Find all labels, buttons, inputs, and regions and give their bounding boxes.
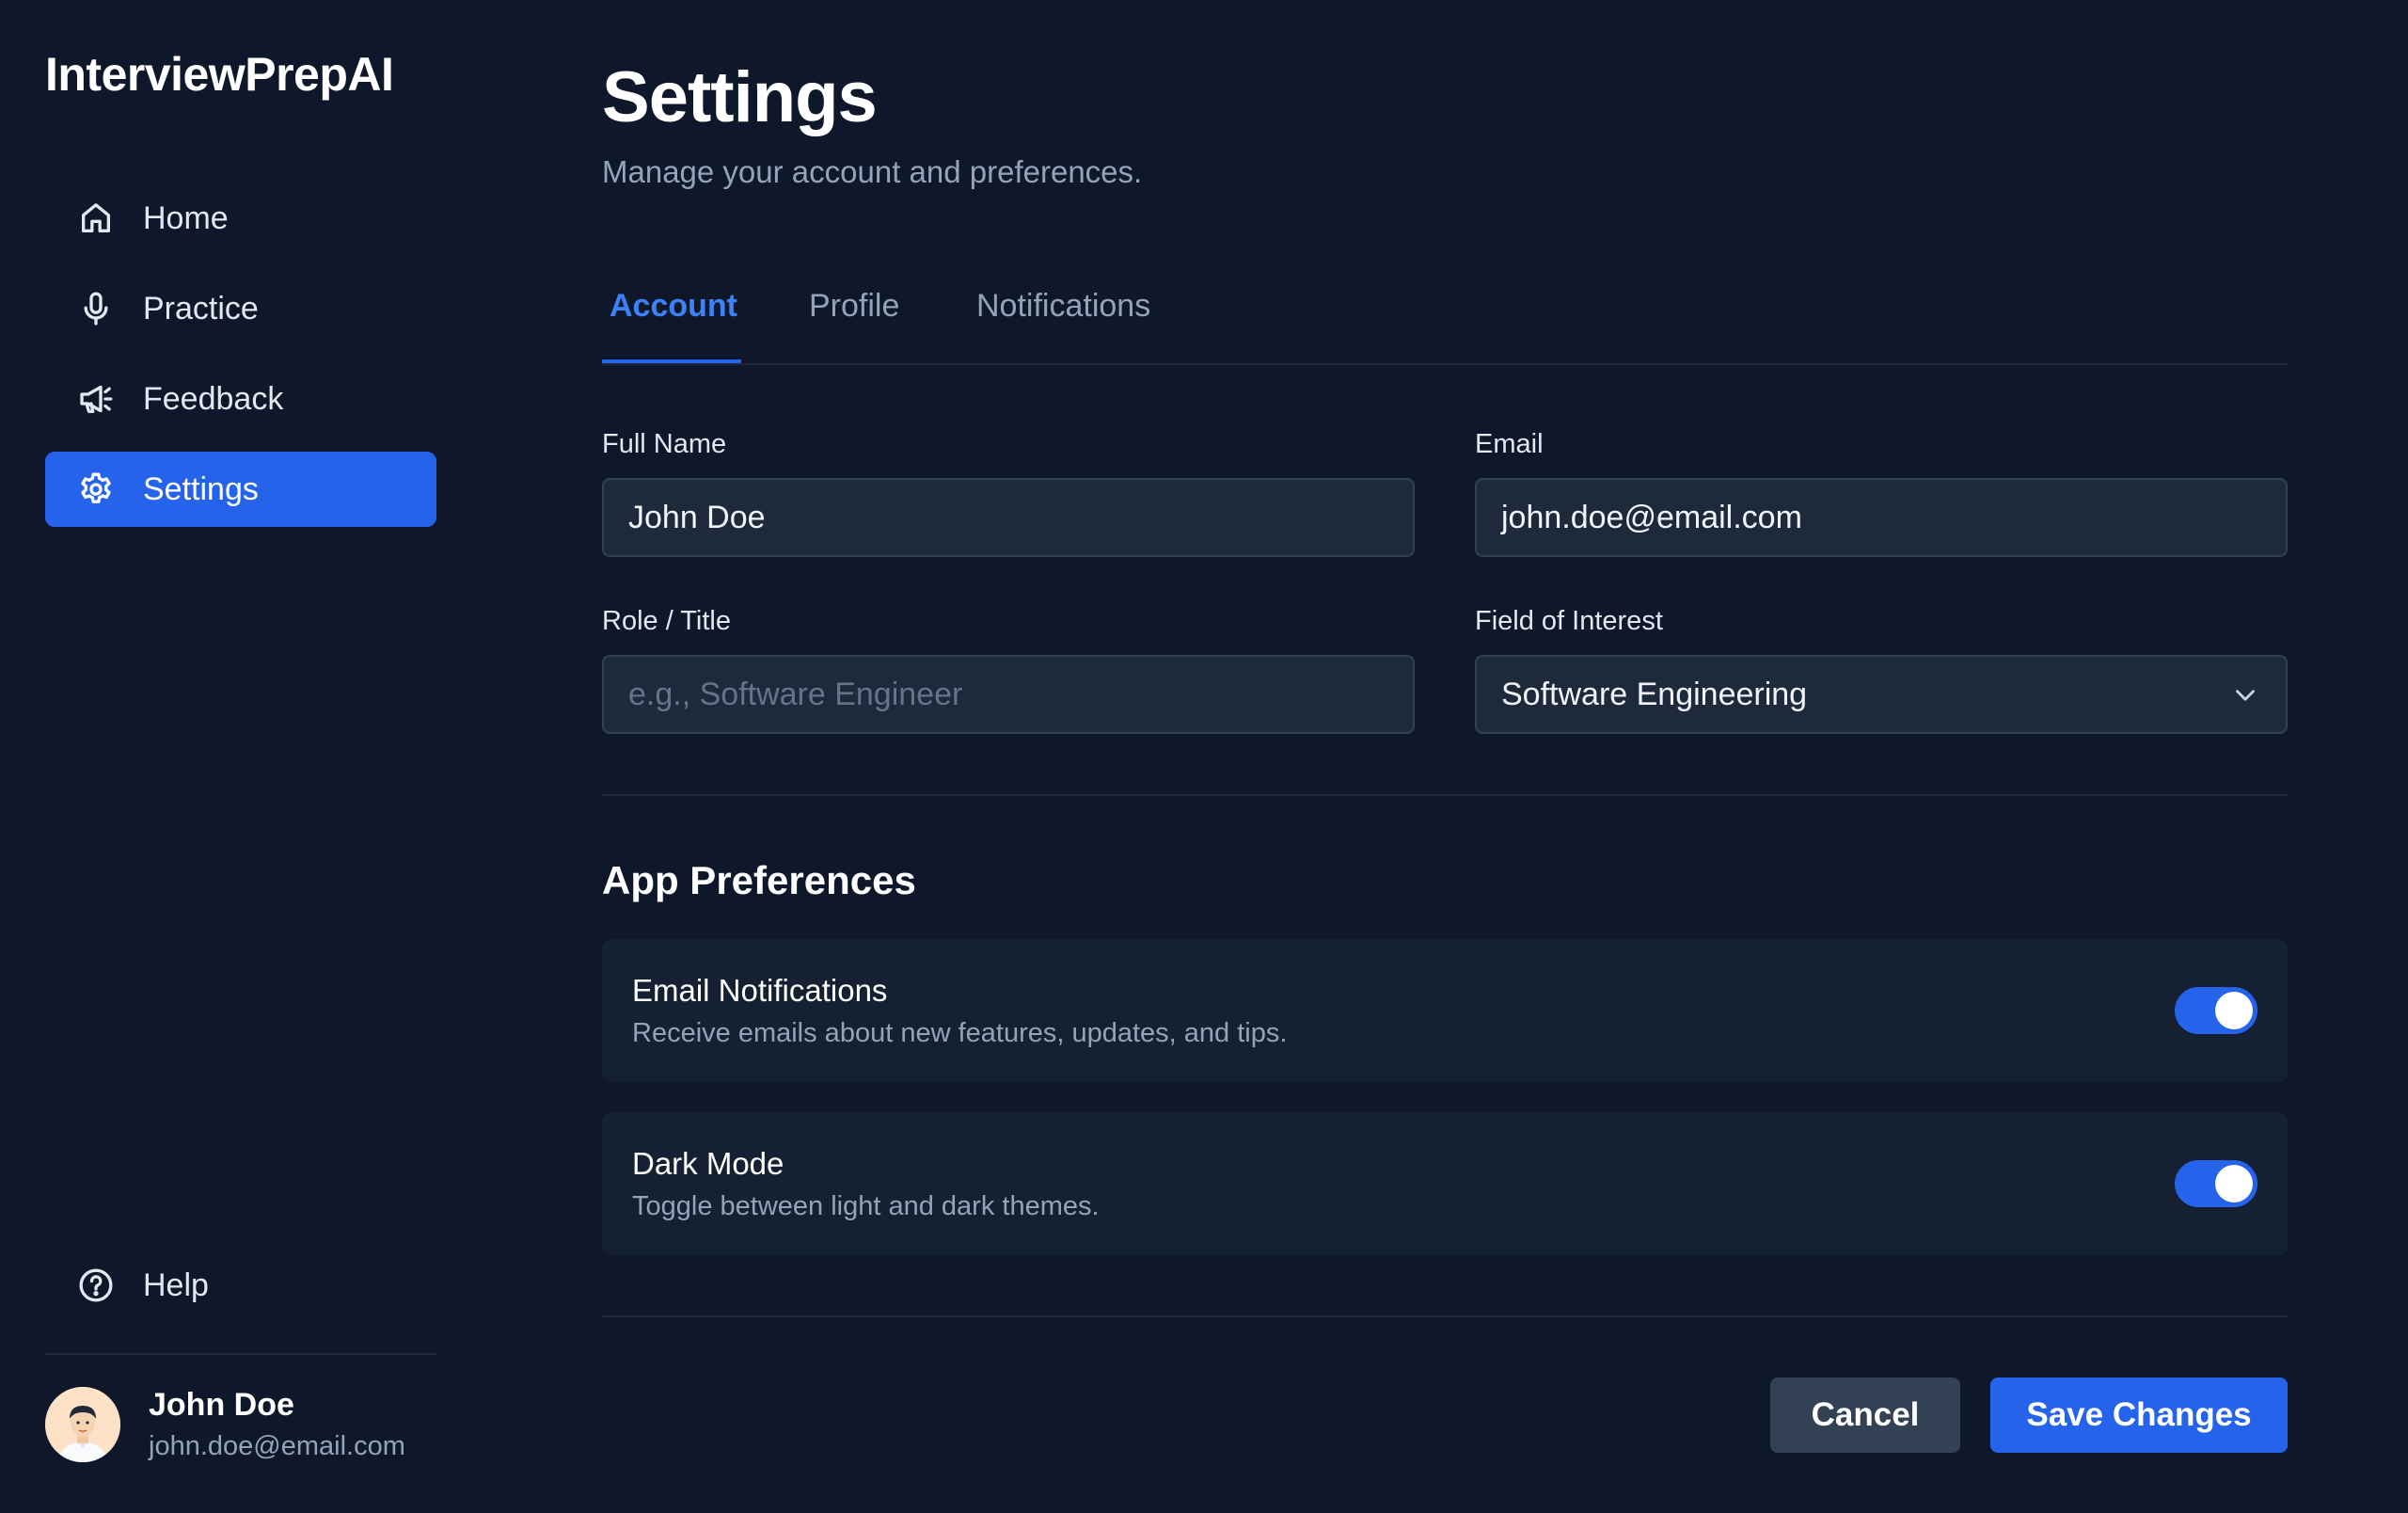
sidebar-item-label: Help [143,1266,209,1303]
page-title: Settings [602,57,878,137]
field-of-interest-value: Software Engineering [1501,676,1808,712]
page-subtitle: Manage your account and preferences. [602,154,1143,189]
sidebar-item-label: Settings [143,470,259,507]
settings-tabs: Account Profile Notifications [602,252,2288,365]
avatar [45,1387,120,1462]
main-content: Settings Manage your account and prefere… [602,0,2288,1513]
dark-mode-card: Dark Mode Toggle between light and dark … [602,1112,2288,1255]
sidebar-item-label: Practice [143,290,259,326]
user-email: john.doe@email.com [149,1431,405,1461]
toggle-knob [2215,1165,2253,1202]
app-logo[interactable]: InterviewPrepAI [45,47,394,102]
save-changes-button[interactable]: Save Changes [1990,1378,2288,1453]
toggle-knob [2215,992,2253,1029]
tab-profile[interactable]: Profile [809,288,899,325]
sidebar-item-label: Feedback [143,380,284,417]
megaphone-icon [77,380,115,418]
sidebar-divider [45,1353,436,1355]
email-notifications-toggle[interactable] [2175,987,2258,1034]
active-tab-indicator [602,359,741,363]
full-name-field[interactable]: John Doe [602,478,1415,557]
sidebar-item-settings[interactable]: Settings [45,452,436,527]
tab-account[interactable]: Account [610,288,737,325]
email-field[interactable]: john.doe@email.com [1475,478,2288,557]
chevron-down-icon [2236,690,2255,701]
field-of-interest-select[interactable]: Software Engineering [1475,655,2288,734]
pref-title: Dark Mode [632,1146,784,1181]
sidebar-item-practice[interactable]: Practice [45,271,436,346]
footer-divider [602,1315,2288,1317]
user-card[interactable]: John Doe john.doe@email.com [45,1387,405,1462]
field-of-interest-label: Field of Interest [1475,606,1663,636]
email-label: Email [1475,429,1544,459]
user-name: John Doe [149,1387,294,1423]
home-icon [77,199,115,237]
sidebar-item-home[interactable]: Home [45,181,436,256]
app-preferences-title: App Preferences [602,858,916,902]
cancel-button[interactable]: Cancel [1770,1378,1960,1453]
email-notifications-card: Email Notifications Receive emails about… [602,939,2288,1082]
pref-description: Receive emails about new features, updat… [632,1018,1288,1048]
help-circle-icon [77,1266,115,1304]
sidebar-item-feedback[interactable]: Feedback [45,361,436,437]
pref-title: Email Notifications [632,973,888,1008]
section-divider [602,794,2288,796]
sidebar: InterviewPrepAI Home Practice Feedback S… [0,0,482,1513]
sidebar-item-help[interactable]: Help [45,1248,436,1323]
role-title-field[interactable]: e.g., Software Engineer [602,655,1415,734]
pref-description: Toggle between light and dark themes. [632,1191,1100,1221]
sidebar-item-label: Home [143,199,229,236]
full-name-label: Full Name [602,429,727,459]
tab-notifications[interactable]: Notifications [976,288,1150,325]
role-title-label: Role / Title [602,606,731,636]
microphone-icon [77,290,115,327]
dark-mode-toggle[interactable] [2175,1160,2258,1207]
gear-icon [77,470,115,508]
